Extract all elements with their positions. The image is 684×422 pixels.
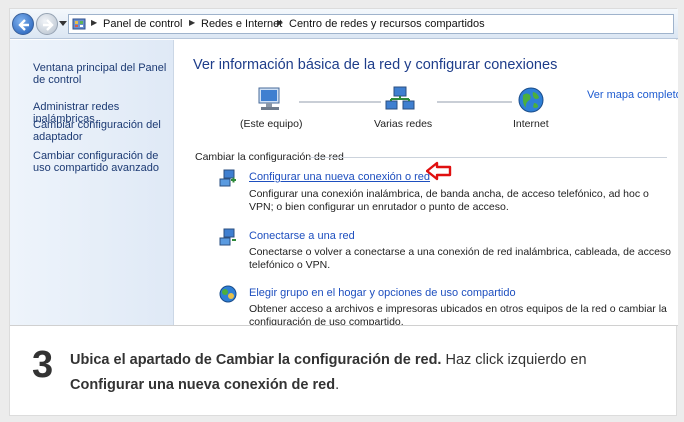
task-description: Configurar una conexión inalámbrica, de … [249,188,649,213]
sidebar: Ventana principal del Panel de control A… [10,40,174,325]
step-caption: Ubica el apartado de Cambiar la configur… [70,348,660,398]
arrow-right-icon [43,19,54,31]
view-full-map-link[interactable]: Ver mapa completo [587,89,678,101]
network-icon[interactable] [385,86,415,114]
breadcrumb-separator-icon[interactable]: ▶ [189,18,195,27]
caption-text: Haz click izquierdo en [441,352,587,368]
sidebar-item-adapter[interactable]: Cambiar configuración del adaptador [33,119,173,143]
screenshot: ▶ Panel de control ▶ Redes e Internet ▶ … [10,9,678,326]
control-panel-icon [72,18,86,30]
task-description: Conectarse o volver a conectarse a una c… [249,246,672,271]
forward-button[interactable] [36,13,58,35]
page-title: Ver información básica de la red y confi… [193,57,558,73]
breadcrumb: ▶ Panel de control ▶ Redes e Internet ▶ … [68,14,674,34]
breadcrumb-separator-icon[interactable]: ▶ [277,18,283,27]
computer-icon[interactable] [255,86,285,114]
globe-icon[interactable] [517,86,545,114]
step-number: 3 [32,344,54,386]
main-panel: Ver información básica de la red y confi… [175,40,678,326]
address-bar: ▶ Panel de control ▶ Redes e Internet ▶ … [10,9,678,39]
caption-bold: Ubica el apartado de Cambiar la configur… [70,352,442,368]
network-node-label: (Este equipo) [240,118,303,130]
caption-text: . [335,377,340,393]
arrow-left-icon [18,19,29,31]
task-description: Obtener acceso a archivos e impresoras u… [249,303,667,326]
connect-network-icon[interactable] [218,227,238,247]
homegroup-icon[interactable] [218,284,238,304]
section-divider [309,157,667,158]
connection-line [299,101,381,103]
tutorial-card: ▶ Panel de control ▶ Redes e Internet ▶ … [9,8,678,416]
network-setup-icon[interactable] [218,168,238,188]
caption-bold: Configurar una nueva conexión de red [70,377,336,393]
network-node-label: Internet [513,118,549,130]
connect-to-network-link[interactable]: Conectarse a una red [249,230,355,242]
back-button[interactable] [12,13,34,35]
breadcrumb-item-redes[interactable]: Redes e Internet [201,18,282,30]
connection-line [437,101,512,103]
breadcrumb-separator-icon[interactable]: ▶ [91,18,97,27]
arrow-left-icon [426,161,452,181]
sidebar-item-sharing[interactable]: Cambiar configuración de uso compartido … [33,150,173,174]
breadcrumb-item-centro[interactable]: Centro de redes y recursos compartidos [289,18,485,30]
sidebar-item-panel-home[interactable]: Ventana principal del Panel de control [33,62,173,86]
breadcrumb-item-panel[interactable]: Panel de control [103,18,183,30]
setup-new-connection-link[interactable]: Configurar una nueva conexión o red [249,171,430,183]
network-node-label: Varias redes [374,118,433,130]
homegroup-sharing-link[interactable]: Elegir grupo en el hogar y opciones de u… [249,287,516,299]
recent-pages-dropdown-icon[interactable] [59,21,67,27]
